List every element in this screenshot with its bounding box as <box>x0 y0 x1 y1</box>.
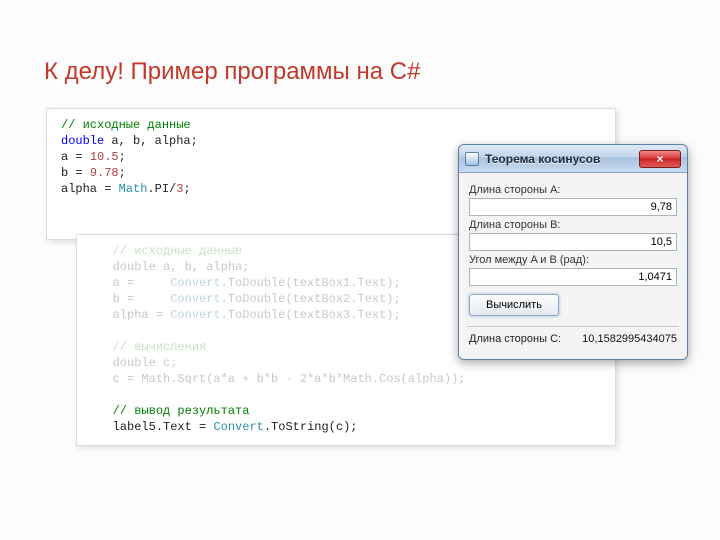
app-icon <box>465 152 479 166</box>
code-comment: // исходные данные <box>113 244 243 258</box>
close-icon: × <box>656 152 663 166</box>
code-text: c = Math.Sqrt(a*a + b*b - 2*a*b*Math.Cos… <box>113 372 466 386</box>
code-text: alpha = <box>113 308 171 322</box>
input-side-b[interactable] <box>469 233 677 251</box>
code-class: Convert <box>170 308 220 322</box>
code-text: double a, b, alpha; <box>113 260 250 274</box>
code-pad <box>91 420 113 434</box>
code-pad <box>91 292 113 306</box>
code-class: Convert <box>213 420 263 434</box>
code-comment: // вывод результата <box>113 404 250 418</box>
code-text: .ToDouble(textBox2.Text); <box>221 292 401 306</box>
code-comment: // вычисления <box>113 340 207 354</box>
window-titlebar[interactable]: Теорема косинусов × <box>459 145 687 173</box>
code-text: b = <box>61 166 90 180</box>
code-text: b = <box>113 292 171 306</box>
code-number: 9.78 <box>90 166 119 180</box>
code-text: a = <box>61 150 90 164</box>
code-class: Math <box>119 182 148 196</box>
code-text: .PI/ <box>147 182 176 196</box>
value-side-c: 10,1582995434075 <box>567 333 677 345</box>
input-side-a[interactable] <box>469 198 677 216</box>
label-side-b: Длина стороны B: <box>469 216 677 233</box>
code-text: alpha = <box>61 182 119 196</box>
label-side-c: Длина стороны C: <box>469 333 561 345</box>
code-text: label5.Text = <box>113 420 214 434</box>
close-button[interactable]: × <box>639 150 681 168</box>
code-pad <box>91 244 113 258</box>
result-row: Длина стороны C: 10,1582995434075 <box>469 333 677 345</box>
compute-button[interactable]: Вычислить <box>469 294 559 316</box>
app-window: Теорема косинусов × Длина стороны A: Дли… <box>458 144 688 360</box>
code-comment: // исходные данные <box>61 118 191 132</box>
code-class: Convert <box>170 276 220 290</box>
window-title: Теорема косинусов <box>485 152 639 166</box>
code-text: ; <box>183 182 190 196</box>
code-keyword: double <box>61 134 104 148</box>
window-body: Длина стороны A: Длина стороны B: Угол м… <box>459 173 687 359</box>
code-pad <box>91 404 113 418</box>
label-side-a: Длина стороны A: <box>469 181 677 198</box>
code-pad <box>91 372 113 386</box>
code-number: 10.5 <box>90 150 119 164</box>
code-text: ; <box>119 166 126 180</box>
code-text: .ToDouble(textBox3.Text); <box>221 308 401 322</box>
code-pad <box>91 308 113 322</box>
code-pad <box>91 276 113 290</box>
input-angle[interactable] <box>469 268 677 286</box>
code-text: a, b, alpha; <box>104 134 198 148</box>
label-angle: Угол между A и B (рад): <box>469 251 677 268</box>
code-text: ; <box>119 150 126 164</box>
code-pad <box>91 260 113 274</box>
slide-title: К делу! Пример программы на C# <box>44 58 420 86</box>
code-class: Convert <box>170 292 220 306</box>
code-text: .ToString(c); <box>264 420 358 434</box>
code-text: a = <box>113 276 171 290</box>
code-text: .ToDouble(textBox1.Text); <box>221 276 401 290</box>
code-pad <box>91 340 113 354</box>
code-text: double c; <box>113 356 178 370</box>
code-pad <box>91 356 113 370</box>
separator <box>467 326 679 327</box>
